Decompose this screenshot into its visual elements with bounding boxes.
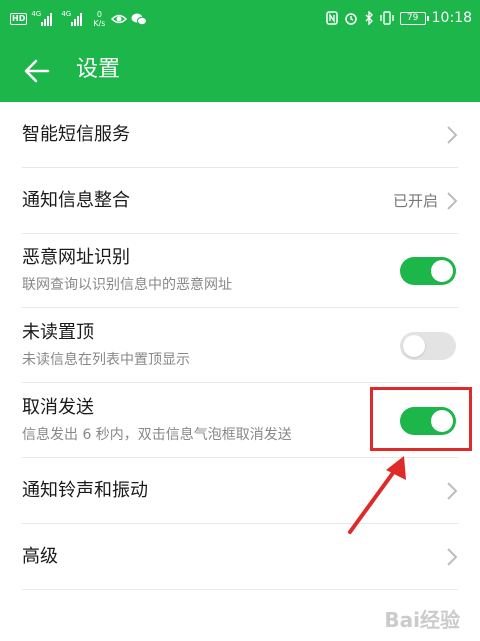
app-bar: 设置 [0, 40, 480, 102]
settings-row-notification-merge[interactable]: 通知信息整合 已开启 [0, 168, 480, 234]
battery-icon: 79 [399, 11, 429, 25]
chevron-right-icon [447, 482, 458, 500]
settings-row-value: 已开启 [392, 192, 438, 210]
settings-row-malicious-url: 恶意网址识别 联网查询以识别信息中的恶意网址 [0, 234, 480, 308]
page-title: 设置 [76, 57, 121, 82]
watermark-logo: Bai经验 [384, 608, 460, 632]
chevron-right-icon [447, 548, 458, 566]
settings-row-label: 通知铃声和振动 [22, 480, 148, 501]
speed-value: 0 [96, 10, 102, 19]
divider [22, 589, 458, 590]
network-speed: 0 K/s [93, 10, 105, 28]
chevron-right-icon [447, 192, 458, 210]
settings-row-subtitle: 联网查询以识别信息中的恶意网址 [22, 277, 232, 293]
chevron-right-icon [447, 126, 458, 144]
settings-row-label: 取消发送 [22, 397, 94, 418]
settings-row-label: 恶意网址识别 [22, 247, 130, 268]
toggle-knob [431, 260, 453, 282]
wechat-icon [131, 13, 148, 26]
alarm-icon [344, 13, 357, 25]
network-type-2: 4G [61, 10, 72, 18]
status-left: HD 4G 4G 0 K/s [10, 10, 148, 28]
speed-unit: K/s [93, 19, 106, 28]
settings-row-label: 通知信息整合 [22, 190, 130, 211]
vibrate-icon [379, 11, 394, 25]
unread-pin-toggle[interactable] [400, 332, 456, 360]
settings-row-label: 未读置顶 [22, 322, 94, 343]
settings-row-subtitle: 未读信息在列表中置顶显示 [22, 352, 190, 368]
annotation-arrow-icon [348, 456, 406, 534]
network-type-1: 4G [31, 10, 42, 18]
bluetooth-icon [365, 11, 373, 25]
settings-row-label: 高级 [22, 546, 58, 567]
back-arrow-icon[interactable] [20, 54, 54, 88]
clock-time: 10:18 [431, 10, 472, 26]
status-bar: HD 4G 4G 0 K/s 79 10:18 [0, 0, 480, 40]
signal-icon: 4G [31, 11, 57, 27]
nfc-icon [325, 11, 338, 25]
settings-row-unread-pin: 未读置顶 未读信息在列表中置顶显示 [0, 308, 480, 383]
signal-icon: 4G [61, 11, 87, 27]
settings-row-subtitle: 信息发出 6 秒内，双击信息气泡框取消发送 [22, 427, 292, 443]
toggle-knob [403, 335, 425, 357]
settings-row-label: 智能短信服务 [22, 124, 130, 145]
status-right: 79 10:18 [325, 10, 472, 26]
annotation-highlight-box [370, 387, 472, 451]
settings-row-smart-sms[interactable]: 智能短信服务 [0, 102, 480, 168]
eye-icon [111, 14, 128, 24]
malicious-url-toggle[interactable] [400, 257, 456, 285]
hd-badge: HD [10, 13, 28, 25]
